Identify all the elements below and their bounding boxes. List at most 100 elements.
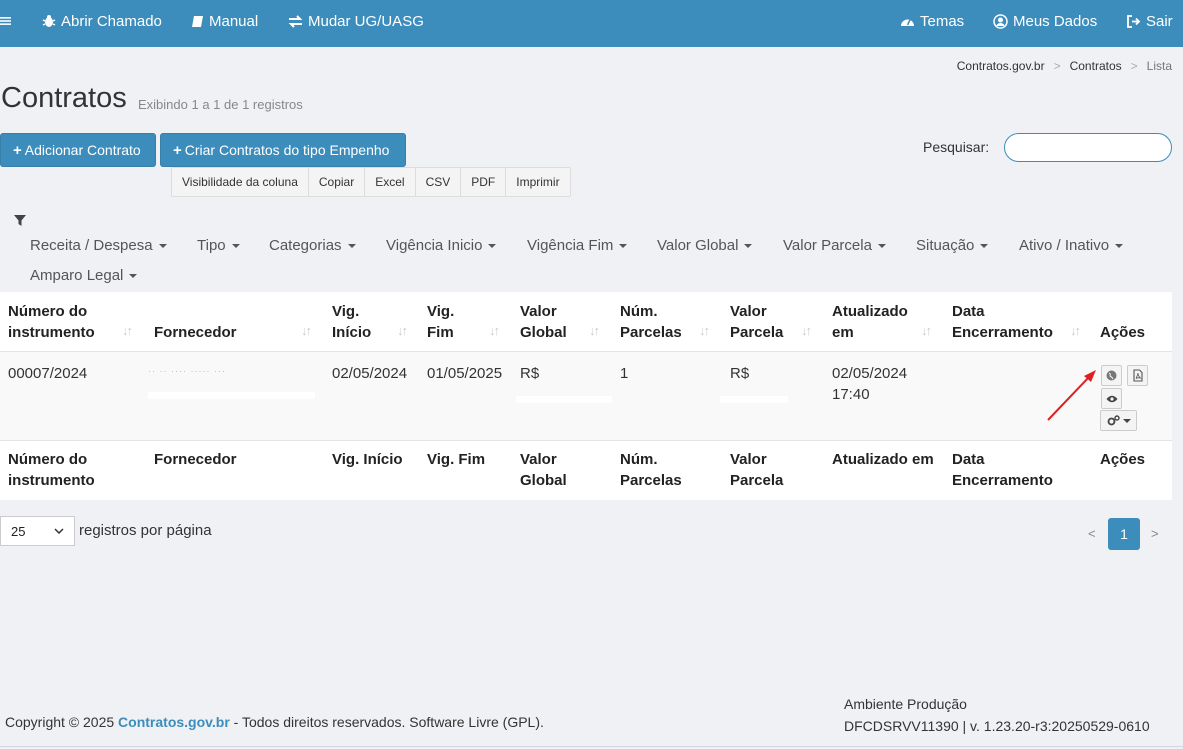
- add-contract-label: Adicionar Contrato: [24, 142, 141, 158]
- per-page-select[interactable]: 25: [0, 516, 75, 546]
- create-empenho-button[interactable]: + Criar Contratos do tipo Empenho: [160, 133, 406, 167]
- breadcrumb-home[interactable]: Contratos.gov.br: [957, 59, 1045, 73]
- breadcrumb: Contratos.gov.br > Contratos > Lista: [957, 59, 1172, 73]
- eye-icon: [1106, 395, 1117, 402]
- logout-link[interactable]: Sair: [1127, 0, 1173, 42]
- col-header-atualizado[interactable]: Atualizado em: [832, 301, 908, 343]
- sort-icon[interactable]: ↓↑: [699, 323, 710, 338]
- filter-tipo[interactable]: Tipo: [197, 237, 240, 254]
- footer-header-vig-inicio: Vig. Início: [332, 451, 403, 468]
- filter-ativo-inativo[interactable]: Ativo / Inativo: [1019, 237, 1124, 254]
- copy-button[interactable]: Copiar: [309, 168, 366, 196]
- col-header-valor-parcela[interactable]: Valor Parcela: [730, 301, 783, 343]
- plus-icon: +: [13, 141, 22, 159]
- footer-header-valor-global: Valor Global: [520, 451, 567, 489]
- col-header-vig-fim[interactable]: Vig. Fim: [427, 301, 454, 343]
- filter-icon: [14, 215, 26, 226]
- print-button[interactable]: Imprimir: [506, 168, 569, 196]
- my-data-link[interactable]: Meus Dados: [993, 0, 1097, 42]
- logout-label: Sair: [1146, 12, 1173, 30]
- caret-down-icon: [488, 243, 497, 248]
- sort-icon[interactable]: ↓↑: [1070, 323, 1081, 338]
- view-action-button[interactable]: [1101, 388, 1122, 409]
- pdf-button[interactable]: PDF: [461, 168, 507, 196]
- breadcrumb-section[interactable]: Contratos: [1070, 59, 1122, 73]
- redaction-mark: [720, 396, 788, 403]
- dashboard-icon: [901, 19, 914, 26]
- sort-icon[interactable]: ↓↑: [589, 323, 600, 338]
- sort-icon[interactable]: ↓↑: [397, 323, 408, 338]
- version-label: DFCDSRVV11390 | v. 1.23.20-r3:20250529-0…: [844, 718, 1150, 734]
- cell-vig-fim: 01/05/2025: [427, 365, 503, 382]
- sort-icon[interactable]: ↓↑: [122, 323, 133, 338]
- filter-receita-despesa[interactable]: Receita / Despesa: [30, 237, 167, 254]
- more-actions-dropdown[interactable]: [1100, 410, 1137, 431]
- copyright: Copyright © 2025 Contratos.gov.br - Todo…: [5, 714, 544, 730]
- page-title: Contratos: [1, 82, 127, 114]
- caret-down-icon: [980, 243, 989, 248]
- csv-button[interactable]: CSV: [416, 168, 462, 196]
- add-contract-button[interactable]: + Adicionar Contrato: [0, 133, 156, 167]
- col-header-fornecedor[interactable]: Fornecedor: [154, 322, 237, 343]
- top-navbar: Abrir Chamado Manual Mudar UG/UASG Temas…: [0, 0, 1183, 47]
- globe-action-button[interactable]: [1101, 365, 1122, 386]
- menu-toggle-icon[interactable]: [0, 0, 16, 42]
- user-circle-icon: [993, 13, 1008, 29]
- breadcrumb-current: Lista: [1146, 59, 1172, 73]
- filter-categorias[interactable]: Categorias: [269, 237, 356, 254]
- filter-amparo-legal[interactable]: Amparo Legal: [30, 267, 138, 284]
- excel-button[interactable]: Excel: [365, 168, 416, 196]
- redacted-fornecedor: ·· ·· ···· ····· ···: [148, 366, 226, 376]
- themes-label: Temas: [920, 12, 965, 30]
- filter-valor-parcela[interactable]: Valor Parcela: [783, 237, 886, 254]
- themes-link[interactable]: Temas: [900, 0, 964, 42]
- file-pdf-icon: [1132, 369, 1143, 382]
- sort-icon[interactable]: ↓↑: [301, 323, 312, 338]
- filter-vigencia-fim[interactable]: Vigência Fim: [527, 237, 628, 254]
- sort-icon[interactable]: ↓↑: [801, 323, 812, 338]
- col-header-vig-inicio[interactable]: Vig. Início: [332, 301, 371, 343]
- contracts-table: Número do instrumento ↓↑ Fornecedor ↓↑ Vi…: [0, 292, 1172, 500]
- col-header-encerramento[interactable]: Data Encerramento: [952, 301, 1053, 343]
- caret-down-icon: [129, 273, 138, 278]
- footer-header-numero: Número do instrumento: [8, 451, 95, 489]
- open-ticket-link[interactable]: Abrir Chamado: [42, 0, 162, 42]
- cell-vig-inicio: 02/05/2024: [332, 365, 408, 382]
- cell-atualizado: 02/05/2024 17:40: [832, 365, 908, 403]
- change-ug-link[interactable]: Mudar UG/UASG: [288, 0, 424, 42]
- footer-header-atualizado: Atualizado em: [832, 451, 934, 468]
- my-data-label: Meus Dados: [1013, 12, 1098, 30]
- breadcrumb-separator: >: [1053, 59, 1061, 73]
- sort-icon[interactable]: ↓↑: [489, 323, 500, 338]
- annotation-arrow: [1047, 370, 1096, 421]
- globe-icon: [1106, 370, 1117, 381]
- bug-icon: [42, 15, 56, 27]
- gears-icon: [1107, 415, 1120, 426]
- pdf-action-button[interactable]: [1127, 365, 1148, 386]
- sort-icon[interactable]: ↓↑: [921, 323, 932, 338]
- export-button-group: Visibilidade da coluna Copiar Excel CSV …: [171, 167, 571, 197]
- col-header-num-parcelas[interactable]: Núm. Parcelas: [620, 301, 682, 343]
- filter-valor-global[interactable]: Valor Global: [657, 237, 753, 254]
- book-icon: [192, 15, 203, 27]
- exchange-icon: [288, 14, 303, 28]
- per-page-label: registros por página: [79, 522, 212, 539]
- col-header-acoes: Ações: [1100, 324, 1146, 341]
- search-input[interactable]: [1004, 133, 1172, 162]
- filter-vigencia-inicio[interactable]: Vigência Inicio: [386, 237, 497, 254]
- pagination-page-1[interactable]: 1: [1108, 518, 1140, 550]
- footer-site-link[interactable]: Contratos.gov.br: [118, 714, 230, 730]
- caret-down-icon: [619, 243, 628, 248]
- col-header-numero[interactable]: Número do instrumento: [8, 301, 95, 343]
- col-header-valor-global[interactable]: Valor Global: [520, 301, 567, 343]
- footer-header-fornecedor: Fornecedor: [154, 451, 237, 468]
- pagination-next[interactable]: >: [1151, 526, 1159, 541]
- cell-numero: 00007/2024: [8, 365, 88, 382]
- manual-label: Manual: [209, 12, 259, 30]
- sign-out-icon: [1127, 14, 1141, 28]
- manual-link[interactable]: Manual: [191, 0, 258, 42]
- column-visibility-button[interactable]: Visibilidade da coluna: [172, 168, 309, 196]
- filter-situacao[interactable]: Situação: [916, 237, 989, 254]
- pagination-prev[interactable]: <: [1088, 526, 1096, 541]
- open-ticket-label: Abrir Chamado: [61, 12, 162, 30]
